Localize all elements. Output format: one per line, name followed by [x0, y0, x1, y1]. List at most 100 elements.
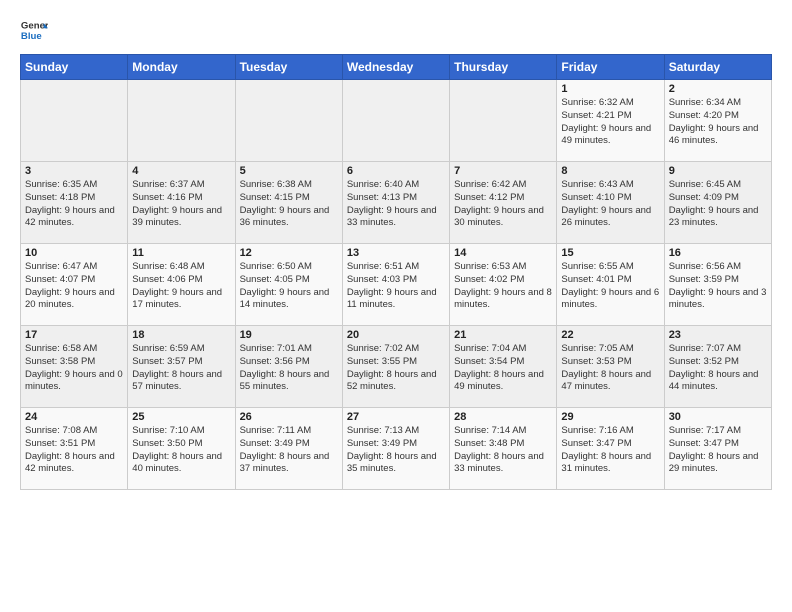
day-info: Sunrise: 7:16 AM Sunset: 3:47 PM Dayligh… [561, 425, 659, 476]
day-info: Sunrise: 7:01 AM Sunset: 3:56 PM Dayligh… [240, 343, 338, 394]
calendar-cell: 5 Sunrise: 6:38 AM Sunset: 4:15 PM Daylig… [235, 162, 342, 244]
calendar-week-row: 24 Sunrise: 7:08 AM Sunset: 3:51 PM Dayli… [21, 408, 772, 490]
calendar-cell [235, 80, 342, 162]
day-number: 13 [347, 247, 445, 259]
calendar-cell: 29 Sunrise: 7:16 AM Sunset: 3:47 PM Dayli… [557, 408, 664, 490]
calendar-day-header: Sunday [21, 55, 128, 80]
day-info: Sunrise: 7:07 AM Sunset: 3:52 PM Dayligh… [669, 343, 767, 394]
logo: General Blue [20, 16, 48, 44]
calendar-cell: 13 Sunrise: 6:51 AM Sunset: 4:03 PM Dayli… [342, 244, 449, 326]
day-number: 4 [132, 165, 230, 177]
day-info: Sunrise: 6:47 AM Sunset: 4:07 PM Dayligh… [25, 261, 123, 312]
calendar-cell: 22 Sunrise: 7:05 AM Sunset: 3:53 PM Dayli… [557, 326, 664, 408]
calendar-cell [450, 80, 557, 162]
day-info: Sunrise: 6:45 AM Sunset: 4:09 PM Dayligh… [669, 179, 767, 230]
day-info: Sunrise: 7:05 AM Sunset: 3:53 PM Dayligh… [561, 343, 659, 394]
day-number: 20 [347, 329, 445, 341]
day-info: Sunrise: 7:13 AM Sunset: 3:49 PM Dayligh… [347, 425, 445, 476]
day-number: 19 [240, 329, 338, 341]
day-number: 11 [132, 247, 230, 259]
day-info: Sunrise: 6:53 AM Sunset: 4:02 PM Dayligh… [454, 261, 552, 312]
day-number: 8 [561, 165, 659, 177]
day-info: Sunrise: 6:40 AM Sunset: 4:13 PM Dayligh… [347, 179, 445, 230]
calendar-cell: 6 Sunrise: 6:40 AM Sunset: 4:13 PM Daylig… [342, 162, 449, 244]
day-info: Sunrise: 6:56 AM Sunset: 3:59 PM Dayligh… [669, 261, 767, 312]
day-info: Sunrise: 7:10 AM Sunset: 3:50 PM Dayligh… [132, 425, 230, 476]
day-number: 3 [25, 165, 123, 177]
calendar-day-header: Wednesday [342, 55, 449, 80]
day-info: Sunrise: 7:14 AM Sunset: 3:48 PM Dayligh… [454, 425, 552, 476]
logo-icon: General Blue [20, 16, 48, 44]
calendar-cell [342, 80, 449, 162]
calendar-cell: 30 Sunrise: 7:17 AM Sunset: 3:47 PM Dayli… [664, 408, 771, 490]
day-info: Sunrise: 6:58 AM Sunset: 3:58 PM Dayligh… [25, 343, 123, 394]
calendar-cell: 21Sunrise: 7:04 AM Sunset: 3:54 PM Dayli… [450, 326, 557, 408]
day-number: 18 [132, 329, 230, 341]
calendar-cell: 4 Sunrise: 6:37 AM Sunset: 4:16 PM Daylig… [128, 162, 235, 244]
day-info: Sunrise: 6:37 AM Sunset: 4:16 PM Dayligh… [132, 179, 230, 230]
calendar-day-header: Tuesday [235, 55, 342, 80]
calendar-header-row: SundayMondayTuesdayWednesdayThursdayFrid… [21, 55, 772, 80]
day-info: Sunrise: 6:48 AM Sunset: 4:06 PM Dayligh… [132, 261, 230, 312]
day-info: Sunrise: 7:08 AM Sunset: 3:51 PM Dayligh… [25, 425, 123, 476]
day-number: 30 [669, 411, 767, 423]
day-number: 12 [240, 247, 338, 259]
calendar-day-header: Saturday [664, 55, 771, 80]
day-number: 26 [240, 411, 338, 423]
calendar-cell: 24 Sunrise: 7:08 AM Sunset: 3:51 PM Dayli… [21, 408, 128, 490]
day-number: 24 [25, 411, 123, 423]
calendar-cell: 12Sunrise: 6:50 AM Sunset: 4:05 PM Dayli… [235, 244, 342, 326]
calendar-week-row: 3 Sunrise: 6:35 AM Sunset: 4:18 PM Daylig… [21, 162, 772, 244]
calendar-day-header: Monday [128, 55, 235, 80]
calendar-cell: 11 Sunrise: 6:48 AM Sunset: 4:06 PM Dayli… [128, 244, 235, 326]
day-number: 21 [454, 329, 552, 341]
calendar-cell: 15 Sunrise: 6:55 AM Sunset: 4:01 PM Dayli… [557, 244, 664, 326]
calendar-cell: 20 Sunrise: 7:02 AM Sunset: 3:55 PM Dayli… [342, 326, 449, 408]
day-info: Sunrise: 7:17 AM Sunset: 3:47 PM Dayligh… [669, 425, 767, 476]
day-number: 25 [132, 411, 230, 423]
calendar-cell: 7Sunrise: 6:42 AM Sunset: 4:12 PM Daylig… [450, 162, 557, 244]
day-info: Sunrise: 6:55 AM Sunset: 4:01 PM Dayligh… [561, 261, 659, 312]
day-info: Sunrise: 6:42 AM Sunset: 4:12 PM Dayligh… [454, 179, 552, 230]
day-number: 14 [454, 247, 552, 259]
calendar-cell: 28 Sunrise: 7:14 AM Sunset: 3:48 PM Dayli… [450, 408, 557, 490]
calendar-cell: 27 Sunrise: 7:13 AM Sunset: 3:49 PM Dayli… [342, 408, 449, 490]
day-number: 29 [561, 411, 659, 423]
day-info: Sunrise: 6:35 AM Sunset: 4:18 PM Dayligh… [25, 179, 123, 230]
day-info: Sunrise: 6:34 AM Sunset: 4:20 PM Dayligh… [669, 97, 767, 148]
day-number: 6 [347, 165, 445, 177]
calendar-cell: 26 Sunrise: 7:11 AM Sunset: 3:49 PM Dayli… [235, 408, 342, 490]
day-info: Sunrise: 6:38 AM Sunset: 4:15 PM Dayligh… [240, 179, 338, 230]
calendar-cell: 18Sunrise: 6:59 AM Sunset: 3:57 PM Dayli… [128, 326, 235, 408]
page-header: General Blue [20, 16, 772, 44]
day-number: 2 [669, 83, 767, 95]
day-info: Sunrise: 7:11 AM Sunset: 3:49 PM Dayligh… [240, 425, 338, 476]
day-number: 5 [240, 165, 338, 177]
day-number: 22 [561, 329, 659, 341]
calendar-cell: 2 Sunrise: 6:34 AM Sunset: 4:20 PM Daylig… [664, 80, 771, 162]
calendar-table: SundayMondayTuesdayWednesdayThursdayFrid… [20, 54, 772, 490]
day-number: 9 [669, 165, 767, 177]
day-info: Sunrise: 7:02 AM Sunset: 3:55 PM Dayligh… [347, 343, 445, 394]
calendar-cell [21, 80, 128, 162]
day-number: 28 [454, 411, 552, 423]
calendar-cell: 3 Sunrise: 6:35 AM Sunset: 4:18 PM Daylig… [21, 162, 128, 244]
calendar-cell: 25 Sunrise: 7:10 AM Sunset: 3:50 PM Dayli… [128, 408, 235, 490]
calendar-cell: 14 Sunrise: 6:53 AM Sunset: 4:02 PM Dayli… [450, 244, 557, 326]
day-number: 15 [561, 247, 659, 259]
calendar-cell [128, 80, 235, 162]
calendar-week-row: 10 Sunrise: 6:47 AM Sunset: 4:07 PM Dayli… [21, 244, 772, 326]
calendar-cell: 10 Sunrise: 6:47 AM Sunset: 4:07 PM Dayli… [21, 244, 128, 326]
calendar-cell: 1Sunrise: 6:32 AM Sunset: 4:21 PM Daylig… [557, 80, 664, 162]
calendar-day-header: Friday [557, 55, 664, 80]
calendar-cell: 19 Sunrise: 7:01 AM Sunset: 3:56 PM Dayli… [235, 326, 342, 408]
calendar-day-header: Thursday [450, 55, 557, 80]
calendar-cell: 9 Sunrise: 6:45 AM Sunset: 4:09 PM Daylig… [664, 162, 771, 244]
svg-text:Blue: Blue [21, 31, 42, 42]
day-info: Sunrise: 6:51 AM Sunset: 4:03 PM Dayligh… [347, 261, 445, 312]
day-number: 17 [25, 329, 123, 341]
day-number: 1 [561, 83, 659, 95]
day-number: 27 [347, 411, 445, 423]
day-number: 10 [25, 247, 123, 259]
calendar-cell: 8Sunrise: 6:43 AM Sunset: 4:10 PM Daylig… [557, 162, 664, 244]
